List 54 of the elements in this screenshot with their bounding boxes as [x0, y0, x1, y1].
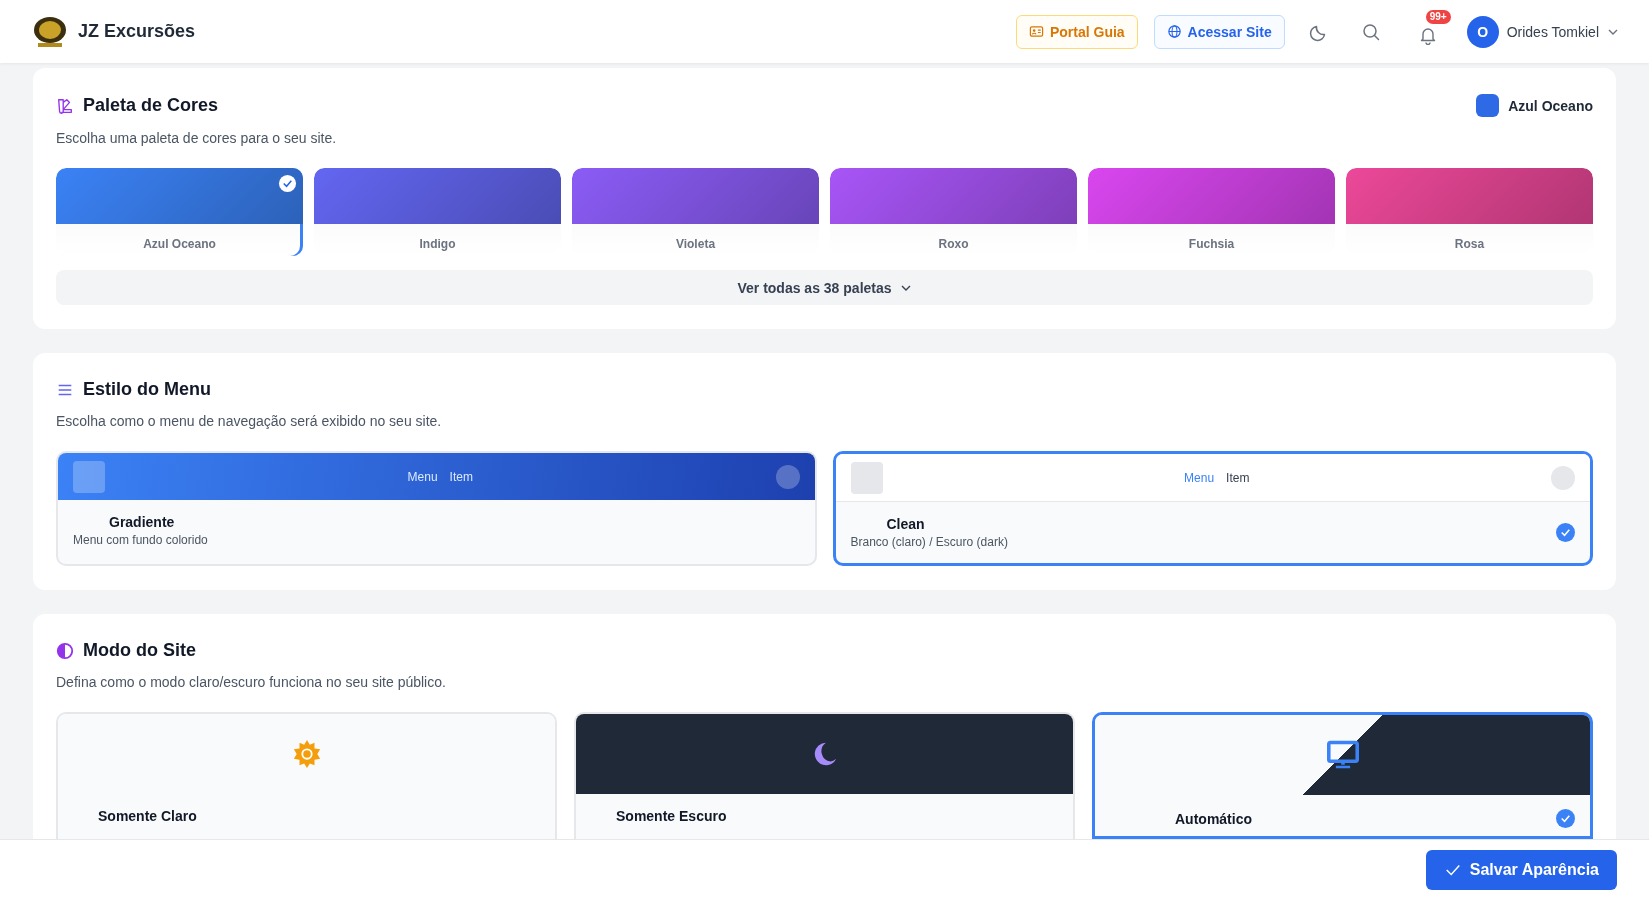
- section-title: Modo do Site: [83, 640, 196, 661]
- current-palette-name: Azul Oceano: [1508, 97, 1593, 114]
- palette-icon: [56, 96, 74, 115]
- portal-guia-button[interactable]: Portal Guia: [1015, 14, 1138, 49]
- section-description: Escolha uma paleta de cores para o seu site.: [56, 130, 338, 146]
- globe-icon: [1166, 24, 1182, 39]
- search-icon: [1360, 21, 1381, 42]
- menu-preview-link: Item: [1226, 470, 1250, 485]
- brand-name: JZ Excursões: [78, 21, 196, 42]
- user-avatar: O: [1466, 15, 1499, 48]
- palette-option[interactable]: Azul Oceano: [56, 168, 303, 256]
- user-name: Orides Tomkiel: [1506, 23, 1599, 40]
- notifications-button[interactable]: 99+: [1404, 9, 1451, 54]
- avatar-placeholder: [775, 464, 800, 489]
- menu-preview-link: Item: [449, 469, 473, 484]
- section-description: Escolha como o menu de navegação será exibido no seu site.: [56, 413, 443, 429]
- site-mode-option[interactable]: Somente Escuro: [574, 712, 1075, 839]
- option-description: Branco (claro) / Escuro (dark): [850, 535, 1008, 549]
- check-icon: [278, 174, 297, 193]
- palette-name: Azul Oceano: [142, 237, 217, 251]
- logo-placeholder: [73, 460, 105, 493]
- palette-name: Fuchsia: [1187, 237, 1236, 251]
- site-mode-option[interactable]: Automático: [1092, 712, 1593, 839]
- option-name: Somente Escuro: [615, 808, 727, 824]
- logo-placeholder: [850, 461, 883, 494]
- half-circle-icon: [56, 641, 74, 660]
- site-mode-option[interactable]: Somente Claro: [56, 712, 557, 839]
- check-icon: [1556, 523, 1575, 542]
- section-description: Defina como o modo claro/escuro funciona no seu site público.: [56, 674, 447, 690]
- check-icon: [1556, 809, 1575, 828]
- notification-badge: 99+: [1425, 9, 1451, 24]
- menu-style-option[interactable]: Menu Item Clean Branco (claro) / Escuro (dark): [832, 451, 1593, 566]
- option-name: Clean: [885, 516, 926, 532]
- save-appearance-button[interactable]: Salvar Aparência: [1425, 849, 1617, 890]
- option-name: Somente Claro: [97, 808, 197, 824]
- show-all-palettes-button[interactable]: Ver todas as 38 paletas: [56, 270, 1593, 305]
- option-name: Gradiente: [108, 514, 176, 530]
- access-site-button[interactable]: Acessar Site: [1153, 14, 1285, 49]
- palette-name: Roxo: [937, 237, 970, 251]
- user-menu[interactable]: O Orides Tomkiel: [1466, 15, 1619, 48]
- menu-preview-link: Menu: [407, 469, 438, 484]
- monitor-icon: [1326, 740, 1359, 770]
- option-description: Menu com fundo colorido: [73, 533, 208, 547]
- palette-name: Violeta: [674, 237, 717, 251]
- option-name: Automático: [1174, 810, 1252, 827]
- id-card-icon: [1028, 24, 1044, 39]
- avatar-placeholder: [1551, 465, 1575, 490]
- section-title: Estilo do Menu: [83, 379, 211, 400]
- palette-name: Rosa: [1453, 237, 1486, 251]
- menu-style-option[interactable]: Menu Item Gradiente Menu com fundo colorido: [56, 451, 817, 566]
- section-title: Paleta de Cores: [83, 95, 219, 116]
- palette-name: Indigo: [418, 237, 457, 251]
- menu-preview-link: Menu: [1184, 470, 1215, 485]
- logo-icon: [32, 15, 68, 48]
